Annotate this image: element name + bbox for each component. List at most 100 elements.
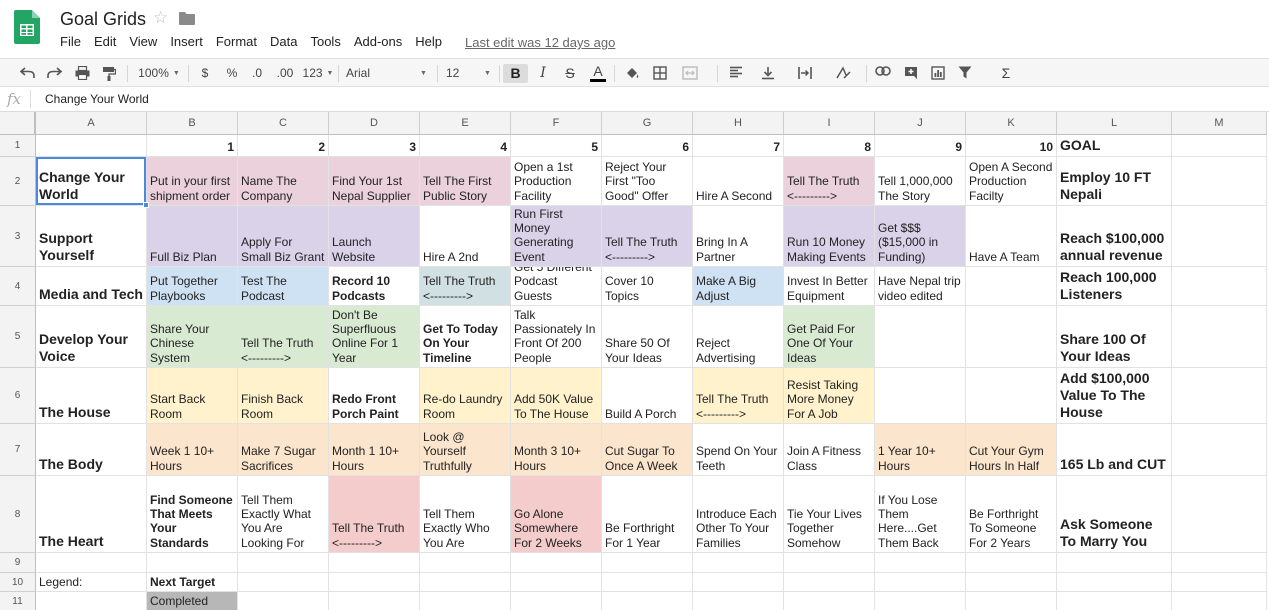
paint-format-icon[interactable] (99, 64, 119, 83)
goal-step-cell[interactable]: Tell The Truth <---------> (693, 368, 784, 424)
bold-button[interactable]: B (503, 64, 528, 83)
goal-step-cell[interactable] (875, 306, 966, 368)
print-icon[interactable] (72, 64, 92, 83)
cell-empty[interactable] (147, 553, 238, 573)
goal-step-cell[interactable] (875, 368, 966, 424)
column-header-d[interactable]: D (329, 112, 420, 135)
goal-step-cell[interactable]: Spend On Your Teeth (693, 424, 784, 476)
cell-empty[interactable] (420, 592, 511, 610)
cell-step-number[interactable]: 8 (784, 135, 875, 157)
row-label-cell[interactable]: The House (36, 368, 147, 424)
goal-step-cell[interactable]: Get 5 Different Podcast Guests (511, 267, 602, 306)
row-header-7[interactable]: 7 (0, 424, 36, 476)
goal-step-cell[interactable]: 1 Year 10+ Hours (875, 424, 966, 476)
goal-step-cell[interactable]: Make 7 Sugar Sacrifices (238, 424, 329, 476)
cell-empty[interactable] (1172, 206, 1267, 267)
cell-empty[interactable] (602, 592, 693, 610)
menu-view[interactable]: View (129, 34, 157, 49)
menu-format[interactable]: Format (216, 34, 257, 49)
column-header-a[interactable]: A (36, 112, 147, 135)
cell-empty[interactable] (36, 553, 147, 573)
cell-goal-header[interactable]: GOAL (1057, 135, 1172, 157)
row-header-5[interactable]: 5 (0, 306, 36, 368)
row-header-2[interactable]: 2 (0, 157, 36, 206)
row-label-cell[interactable]: The Body (36, 424, 147, 476)
increase-decimal-button[interactable]: .00 (274, 64, 296, 83)
column-header-f[interactable]: F (511, 112, 602, 135)
currency-format-button[interactable]: $ (196, 64, 214, 83)
goal-step-cell[interactable]: Add 50K Value To The House (511, 368, 602, 424)
goal-step-cell[interactable]: Tell The Truth <---------> (329, 476, 420, 553)
insert-comment-icon[interactable] (901, 64, 921, 83)
goal-cell[interactable]: Ask Someone To Marry You (1057, 476, 1172, 553)
goal-step-cell[interactable]: Apply For Small Biz Grant (238, 206, 329, 267)
goal-step-cell[interactable]: Get $$$ ($15,000 in Funding) (875, 206, 966, 267)
functions-button[interactable]: Σ (996, 64, 1016, 83)
goal-step-cell[interactable] (966, 267, 1057, 306)
cell-step-number[interactable]: 6 (602, 135, 693, 157)
row-header-8[interactable]: 8 (0, 476, 36, 553)
cell-empty[interactable] (875, 592, 966, 610)
goal-step-cell[interactable]: Tell The Truth <---------> (602, 206, 693, 267)
goal-step-cell[interactable]: Don't Be Superfluous Online For 1 Year (329, 306, 420, 368)
cell-empty[interactable] (693, 553, 784, 573)
legend-completed[interactable]: Completed (147, 592, 238, 610)
cell-empty[interactable] (511, 553, 602, 573)
cell-step-number[interactable]: 7 (693, 135, 784, 157)
column-header-j[interactable]: J (875, 112, 966, 135)
goal-step-cell[interactable]: Tell The First Public Story (420, 157, 511, 206)
goal-step-cell[interactable]: Tell Them Exactly Who You Are (420, 476, 511, 553)
goal-step-cell[interactable]: Resist Taking More Money For A Job (784, 368, 875, 424)
goal-cell[interactable]: Reach $100,000 annual revenue (1057, 206, 1172, 267)
cell-empty[interactable] (1172, 135, 1267, 157)
horizontal-align-icon[interactable] (726, 64, 746, 83)
goal-step-cell[interactable]: Tie Your Lives Together Somehow (784, 476, 875, 553)
cell-empty[interactable] (966, 592, 1057, 610)
row-label-cell[interactable]: Media and Tech (36, 267, 147, 306)
goal-step-cell[interactable]: Run First Money Generating Event (511, 206, 602, 267)
goal-step-cell[interactable]: Have Nepal trip video edited (875, 267, 966, 306)
cell-empty[interactable] (1172, 306, 1267, 368)
cell-empty[interactable] (1172, 368, 1267, 424)
goal-step-cell[interactable]: Put Together Playbooks (147, 267, 238, 306)
menu-tools[interactable]: Tools (310, 34, 340, 49)
goal-step-cell[interactable]: Tell The Truth <---------> (420, 267, 511, 306)
redo-icon[interactable] (44, 64, 64, 83)
row-label-cell[interactable]: Develop Your Voice (36, 306, 147, 368)
cell-empty[interactable] (36, 592, 147, 610)
italic-button[interactable]: I (533, 64, 553, 83)
text-color-button[interactable]: A (588, 64, 608, 83)
row-label-cell[interactable]: Change Your World (36, 157, 147, 206)
merge-cells-icon[interactable] (679, 64, 701, 83)
cell-empty[interactable] (602, 573, 693, 592)
percent-format-button[interactable]: % (223, 64, 241, 83)
goal-step-cell[interactable]: Week 1 10+ Hours (147, 424, 238, 476)
strikethrough-button[interactable]: S (560, 64, 580, 83)
column-header-k[interactable]: K (966, 112, 1057, 135)
borders-icon[interactable] (650, 64, 670, 83)
goal-step-cell[interactable]: Open a 1st Production Facility (511, 157, 602, 206)
goal-step-cell[interactable]: Make A Big Adjust (693, 267, 784, 306)
cell-empty[interactable] (238, 553, 329, 573)
goal-step-cell[interactable]: Be Forthright For 1 Year (602, 476, 693, 553)
cell-empty[interactable] (693, 573, 784, 592)
cell-empty[interactable] (1172, 553, 1267, 573)
menu-help[interactable]: Help (415, 34, 442, 49)
goal-step-cell[interactable]: Introduce Each Other To Your Families (693, 476, 784, 553)
goal-step-cell[interactable]: Be Forthright To Someone For 2 Years (966, 476, 1057, 553)
star-icon[interactable]: ☆ (153, 9, 168, 27)
goal-step-cell[interactable]: Get Paid For One Of Your Ideas (784, 306, 875, 368)
menu-file[interactable]: File (60, 34, 81, 49)
goal-step-cell[interactable]: If You Lose Them Here....Get Them Back (875, 476, 966, 553)
goal-step-cell[interactable]: Find Your 1st Nepal Supplier (329, 157, 420, 206)
insert-link-icon[interactable] (873, 64, 893, 83)
goal-cell[interactable]: 165 Lb and CUT (1057, 424, 1172, 476)
cell-empty[interactable] (329, 573, 420, 592)
row-label-cell[interactable]: The Heart (36, 476, 147, 553)
sheets-logo-icon[interactable] (14, 10, 40, 44)
cell-empty[interactable] (693, 592, 784, 610)
goal-step-cell[interactable]: Tell 1,000,000 The Story (875, 157, 966, 206)
column-header-g[interactable]: G (602, 112, 693, 135)
goal-step-cell[interactable]: Share Your Chinese System (147, 306, 238, 368)
row-header-1[interactable]: 1 (0, 135, 36, 157)
